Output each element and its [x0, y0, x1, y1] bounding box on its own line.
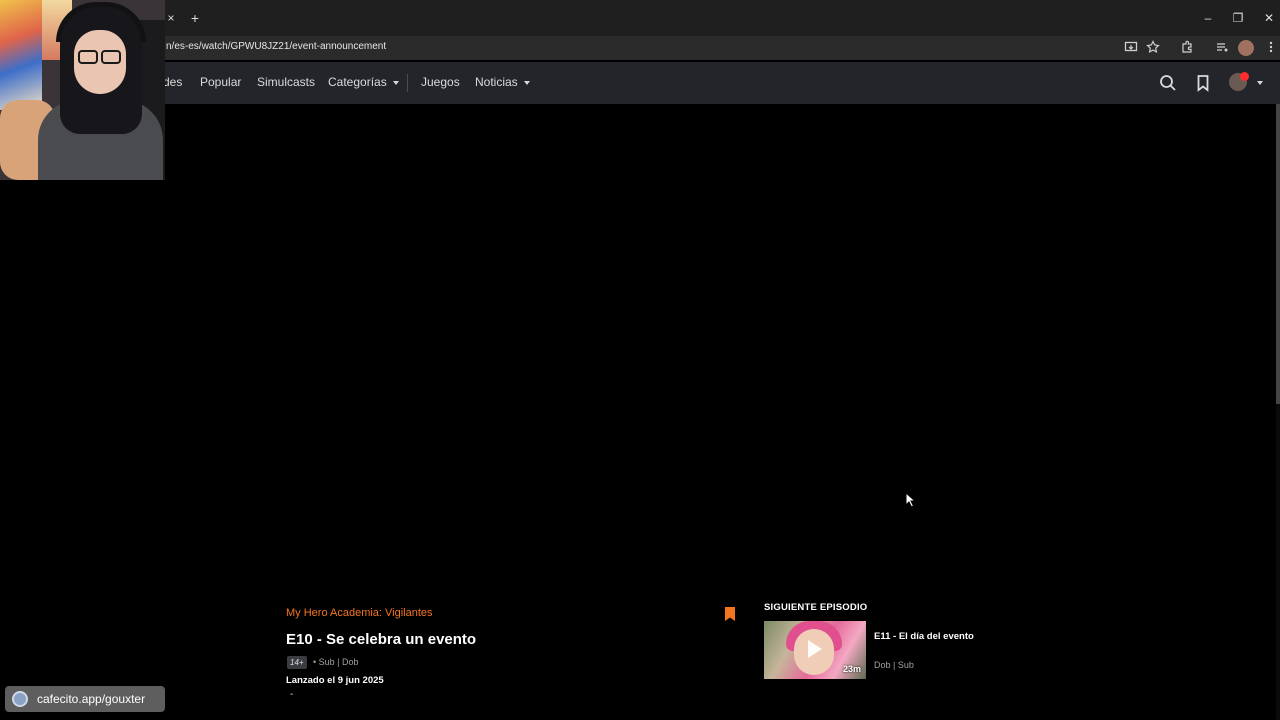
series-link[interactable]: My Hero Academia: Vigilantes — [286, 607, 433, 619]
notification-dot — [1240, 72, 1249, 81]
account-chevron-down-icon[interactable] — [1257, 81, 1263, 85]
cafecito-icon — [12, 691, 28, 707]
video-player[interactable] — [0, 104, 1276, 584]
maturity-rating-badge: 14+ — [287, 656, 307, 669]
next-episode-heading: SIGUIENTE EPISODIO — [764, 602, 868, 613]
profile-avatar-icon[interactable] — [1238, 40, 1254, 56]
nav-item-simulcasts[interactable]: Simulcasts — [257, 75, 315, 89]
star-icon[interactable] — [1145, 40, 1161, 56]
screen: × + – ❐ ✕ n/es-es/watch/GPWU8JZ21/event-… — [0, 0, 1280, 720]
url-field[interactable]: n/es-es/watch/GPWU8JZ21/event-announceme… — [166, 41, 386, 52]
nav-item-noticias[interactable]: Noticias — [475, 75, 530, 89]
minimize-icon[interactable]: – — [1198, 8, 1218, 28]
media-controls-icon[interactable] — [1214, 40, 1230, 56]
scrollbar-thumb[interactable] — [1276, 104, 1280, 404]
description-placeholder: - — [290, 689, 294, 700]
install-app-icon[interactable] — [1123, 40, 1139, 56]
play-icon[interactable] — [808, 640, 822, 658]
chevron-down-icon — [392, 80, 399, 85]
episode-duration: 23m — [842, 664, 861, 674]
next-episode-thumbnail[interactable]: 23m — [764, 621, 866, 679]
site-navigation: des Popular Simulcasts Categorías Juegos… — [0, 62, 1280, 104]
bookmark-icon[interactable] — [725, 607, 735, 621]
nav-item-juegos[interactable]: Juegos — [421, 75, 460, 89]
webcam-glasses — [101, 50, 121, 64]
nav-item-novedades[interactable]: des — [163, 75, 182, 89]
address-bar: n/es-es/watch/GPWU8JZ21/event-announceme… — [0, 36, 1280, 60]
webcam-poster — [0, 0, 42, 110]
next-episode-title[interactable]: E11 - El día del evento — [874, 631, 974, 642]
browser-tab-bar: × + – ❐ ✕ — [0, 0, 1280, 36]
search-icon[interactable] — [1158, 73, 1178, 93]
audio-options: • Sub | Dob — [313, 657, 359, 667]
close-window-icon[interactable]: ✕ — [1259, 8, 1279, 28]
release-date: Lanzado el 9 jun 2025 — [286, 675, 384, 686]
nav-item-popular[interactable]: Popular — [200, 75, 241, 89]
mouse-cursor-icon — [905, 491, 917, 508]
chevron-down-icon — [523, 80, 530, 85]
watchlist-icon[interactable] — [1193, 73, 1213, 93]
restore-icon[interactable]: ❐ — [1228, 8, 1248, 28]
webcam-glasses — [78, 50, 98, 64]
donation-overlay: cafecito.app/gouxter — [5, 686, 165, 712]
new-tab-icon[interactable]: + — [187, 8, 203, 28]
nav-item-categorias-label: Categorías — [328, 75, 387, 89]
streamer-webcam — [0, 0, 165, 180]
more-menu-icon[interactable] — [1263, 40, 1279, 56]
nav-item-categorias[interactable]: Categorías — [328, 75, 399, 89]
episode-title: E10 - Se celebra un evento — [286, 631, 477, 648]
nav-item-noticias-label: Noticias — [475, 75, 518, 89]
tab-close-icon[interactable]: × — [163, 9, 179, 27]
next-episode-audio: Dob | Sub — [874, 660, 914, 670]
extensions-icon[interactable] — [1179, 40, 1195, 56]
nav-divider — [407, 74, 408, 92]
donation-link-text: cafecito.app/gouxter — [37, 692, 146, 706]
